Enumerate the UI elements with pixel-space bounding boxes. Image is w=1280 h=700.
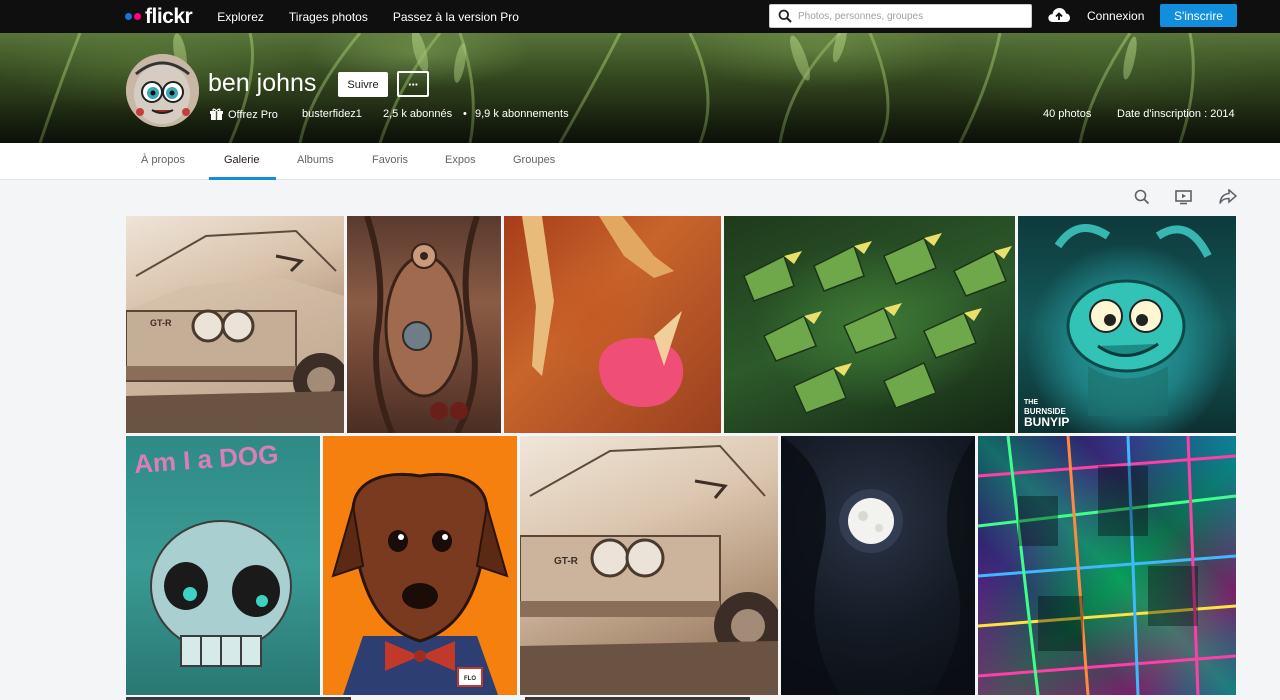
active-tab-indicator	[209, 177, 276, 180]
photo-caption: THE BURNSIDE BUNYIP	[1024, 398, 1069, 428]
gift-icon	[210, 108, 223, 120]
search-icon[interactable]	[1134, 189, 1150, 205]
search-input[interactable]	[798, 10, 1018, 22]
logo-blue-dot	[125, 13, 132, 20]
share-icon[interactable]	[1219, 189, 1237, 205]
search-icon	[778, 9, 792, 23]
top-navigation-bar: flickr Explorez Tirages photos Passez à …	[0, 0, 1280, 33]
car-badge: GT-R	[554, 556, 578, 567]
profile-cover: ben johns Suivre ··· Offrez Pro busterfi…	[0, 33, 1280, 143]
flickr-logo[interactable]: flickr	[125, 0, 193, 33]
search-box	[769, 4, 1032, 28]
gallery-photo[interactable]	[978, 436, 1236, 695]
tab-groups[interactable]: Groupes	[513, 154, 555, 166]
caption-line3: BUNYIP	[1024, 415, 1070, 429]
dog-portrait-graphic	[331, 472, 509, 695]
gallery-photo[interactable]	[347, 216, 501, 433]
car-badge: GT-R	[150, 318, 172, 328]
profile-handle: busterfidez1	[302, 108, 362, 120]
tab-about[interactable]: À propos	[141, 154, 185, 166]
logo-pink-dot	[134, 13, 141, 20]
photo-count: 40 photos	[1043, 108, 1092, 120]
slideshow-icon[interactable]	[1175, 189, 1192, 205]
mechanical-creature-graphic	[364, 216, 480, 433]
dog-name-tag: FLO	[464, 676, 476, 682]
following-count[interactable]: 9,9 k abonnements	[475, 108, 569, 120]
gallery-photo[interactable]: THE BURNSIDE BUNYIP	[1018, 216, 1236, 433]
bird-legs-graphic	[522, 216, 684, 407]
signup-button[interactable]: S'inscrire	[1160, 4, 1237, 27]
avatar-illustration	[126, 54, 199, 127]
tab-galleries[interactable]: Expos	[445, 154, 476, 166]
gallery-photo[interactable]	[724, 216, 1015, 433]
logo-text: flickr	[145, 5, 193, 28]
join-date: Date d'inscription : 2014	[1117, 108, 1235, 120]
gallery-photo[interactable]	[781, 436, 975, 695]
upload-cloud-icon[interactable]	[1047, 5, 1071, 25]
bird-crowd-graphic	[743, 233, 1012, 414]
login-link[interactable]: Connexion	[1087, 9, 1144, 23]
gallery-photo[interactable]: Am I a DOG	[126, 436, 320, 695]
nav-prints[interactable]: Tirages photos	[289, 10, 368, 24]
profile-name: ben johns	[208, 69, 317, 97]
gallery-photo[interactable]: GT-R	[520, 436, 778, 695]
tab-albums[interactable]: Albums	[297, 154, 334, 166]
gift-pro-label: Offrez Pro	[228, 108, 278, 121]
follow-button[interactable]: Suivre	[338, 72, 388, 97]
nav-upgrade-pro[interactable]: Passez à la version Pro	[393, 10, 519, 24]
meta-separator: •	[463, 108, 467, 120]
avatar[interactable]	[126, 54, 199, 127]
caption-line1: THE	[1024, 399, 1038, 406]
gallery-photo[interactable]: FLO	[323, 436, 517, 695]
gift-pro-link[interactable]: Offrez Pro	[210, 108, 278, 121]
followers-count[interactable]: 2,5 k abonnés	[383, 108, 452, 120]
nav-explore[interactable]: Explorez	[217, 10, 264, 24]
tab-gallery[interactable]: Galerie	[224, 154, 259, 166]
more-options-button[interactable]: ···	[397, 71, 429, 97]
gallery-photo[interactable]	[504, 216, 721, 433]
profile-tabs: À propos Galerie Albums Favoris Expos Gr…	[0, 143, 1280, 180]
neon-city-graphic	[978, 436, 1236, 695]
tab-favorites[interactable]: Favoris	[372, 154, 408, 166]
gallery-photo[interactable]: GT-R	[126, 216, 344, 433]
moon-night-graphic	[781, 436, 975, 695]
